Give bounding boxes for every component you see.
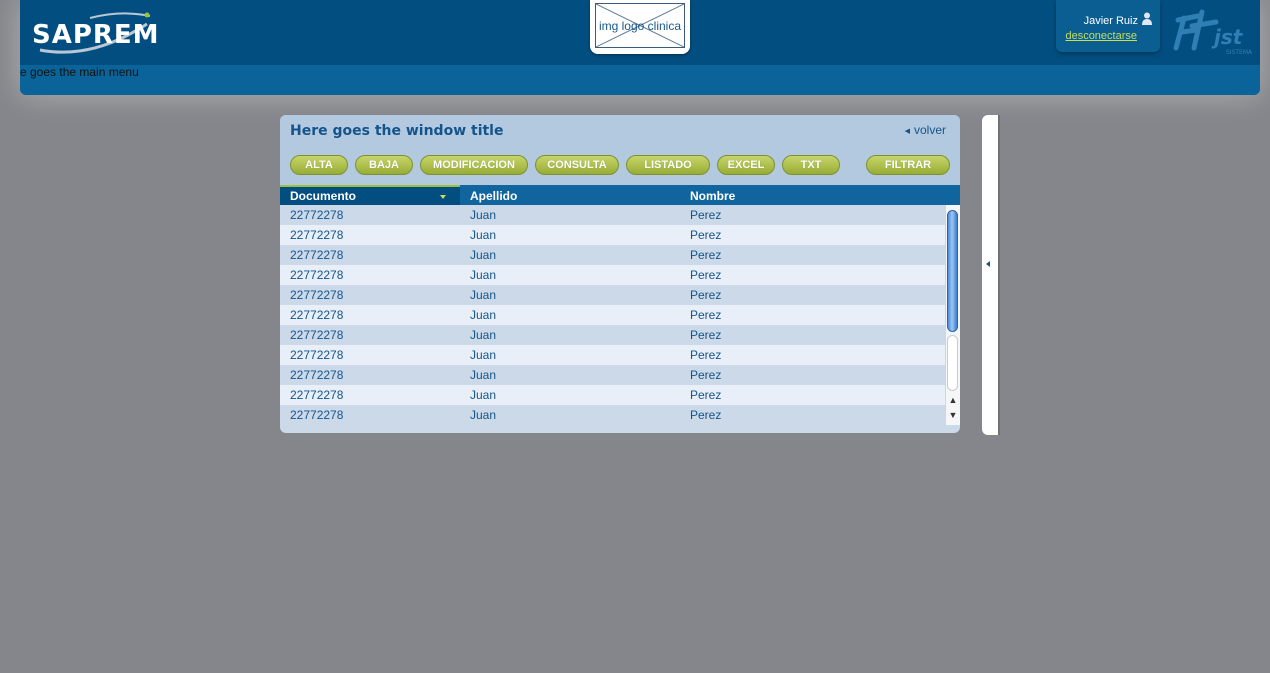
back-link[interactable]: ◀ volver (905, 123, 946, 137)
user-icon (1142, 12, 1152, 25)
cell-documento: 22772278 (290, 388, 344, 402)
cell-apellido: Juan (470, 208, 497, 222)
cell-apellido: Juan (470, 248, 497, 262)
clinic-logo: img logo clinica (590, 0, 690, 54)
excel-button[interactable]: EXCEL (717, 155, 775, 175)
cell-nombre: Perez (690, 248, 722, 262)
txt-button[interactable]: TXT (782, 155, 840, 175)
cell-apellido: Juan (470, 268, 497, 282)
grid-header: Documento Apellido Nombre (280, 185, 960, 205)
app-header: SAPREM img logo clinica Javier Ruiz desc… (20, 0, 1260, 95)
cell-nombre: Perez (690, 368, 722, 382)
table-row[interactable]: 22772278 Juan Perez (280, 285, 946, 305)
column-header-apellido[interactable]: Apellido (470, 185, 690, 205)
logout-link[interactable]: desconectarse (1065, 30, 1137, 42)
grid-body: 22772278 Juan Perez 22772278 Juan Perez 227722… (280, 205, 946, 425)
table-row[interactable]: 22772278 Juan Perez (280, 265, 946, 285)
cell-nombre: Perez (690, 288, 722, 302)
scroll-track[interactable] (947, 335, 958, 391)
cell-apellido: Juan (470, 228, 497, 242)
table-row[interactable]: 22772278 Juan Perez (280, 405, 946, 425)
cell-documento: 22772278 (290, 408, 344, 422)
cell-apellido: Juan (470, 288, 497, 302)
cell-apellido: Juan (470, 388, 497, 402)
cell-apellido: Juan (470, 328, 497, 342)
column-header-documento[interactable]: Documento (280, 185, 460, 205)
arrow-up-icon[interactable]: ▲ (946, 393, 960, 407)
cell-documento: 22772278 (290, 208, 344, 222)
table-row[interactable]: 22772278 Juan Perez (280, 305, 946, 325)
table-row[interactable]: 22772278 Juan Perez (280, 245, 946, 265)
cell-nombre: Perez (690, 228, 722, 242)
cell-documento: 22772278 (290, 328, 344, 342)
scroll-thumb[interactable] (947, 210, 958, 332)
column-header-label: Apellido (470, 189, 518, 203)
user-name: Javier Ruiz (1083, 15, 1138, 27)
filtrar-button[interactable]: FILTRAR (866, 155, 950, 175)
chevron-left-icon[interactable] (986, 261, 990, 267)
cell-nombre: Perez (690, 328, 722, 342)
table-row[interactable]: 22772278 Juan Perez (280, 325, 946, 345)
vertical-scrollbar[interactable]: ▲ ▼ (945, 205, 960, 425)
toolbar: ALTA BAJA MODIFICACION CONSULTA LISTADO … (280, 145, 960, 185)
main-menu[interactable]: e goes the main menu (20, 65, 139, 79)
cell-apellido: Juan (470, 408, 497, 422)
sort-down-icon (440, 195, 446, 199)
cell-documento: 22772278 (290, 288, 344, 302)
cell-documento: 22772278 (290, 268, 344, 282)
cell-nombre: Perez (690, 408, 722, 422)
cell-apellido: Juan (470, 368, 497, 382)
column-header-nombre[interactable]: Nombre (690, 185, 940, 205)
jst-logo-icon: jst SISTEMAS (1173, 9, 1252, 56)
cell-nombre: Perez (690, 348, 722, 362)
arrow-down-icon[interactable]: ▼ (946, 408, 960, 422)
cell-documento: 22772278 (290, 248, 344, 262)
alta-button[interactable]: ALTA (290, 155, 348, 175)
back-label: volver (913, 123, 946, 137)
table-row[interactable]: 22772278 Juan Perez (280, 225, 946, 245)
modificacion-button[interactable]: MODIFICACION (420, 155, 528, 175)
saprem-logo[interactable]: SAPREM (32, 10, 159, 55)
consulta-button[interactable]: CONSULTA (535, 155, 619, 175)
cell-documento: 22772278 (290, 368, 344, 382)
cell-documento: 22772278 (290, 228, 344, 242)
listado-button[interactable]: LISTADO (626, 155, 710, 175)
cell-documento: 22772278 (290, 308, 344, 322)
cell-nombre: Perez (690, 308, 722, 322)
column-header-label: Nombre (690, 189, 736, 203)
brand-name: SAPREM (32, 20, 160, 50)
cell-nombre: Perez (690, 208, 722, 222)
cell-apellido: Juan (470, 348, 497, 362)
window-title: Here goes the window title (290, 123, 504, 139)
cell-nombre: Perez (690, 268, 722, 282)
main-window: Here goes the window title ◀ volver ALTA … (280, 115, 960, 433)
table-row[interactable]: 22772278 Juan Perez (280, 365, 946, 385)
cell-documento: 22772278 (290, 348, 344, 362)
window-titlebar: Here goes the window title ◀ volver (280, 115, 960, 145)
chevron-left-icon: ◀ (904, 127, 910, 135)
table-row[interactable]: 22772278 Juan Perez (280, 345, 946, 365)
column-header-label: Documento (290, 189, 356, 203)
clinic-logo-text: img logo clinica (598, 19, 682, 33)
table-row[interactable]: 22772278 Juan Perez (280, 385, 946, 405)
clinic-logo-placeholder: img logo clinica (595, 3, 685, 48)
user-box: Javier Ruiz desconectarse (1056, 0, 1160, 52)
svg-text:jst: jst (1211, 25, 1244, 49)
header-top-bar: SAPREM img logo clinica Javier Ruiz desc… (20, 0, 1260, 65)
cell-apellido: Juan (470, 308, 497, 322)
side-panel (982, 115, 1000, 435)
table-row[interactable]: 22772278 Juan Perez (280, 205, 946, 225)
cell-nombre: Perez (690, 388, 722, 402)
svg-text:SISTEMAS: SISTEMAS (1226, 49, 1252, 56)
baja-button[interactable]: BAJA (355, 155, 413, 175)
